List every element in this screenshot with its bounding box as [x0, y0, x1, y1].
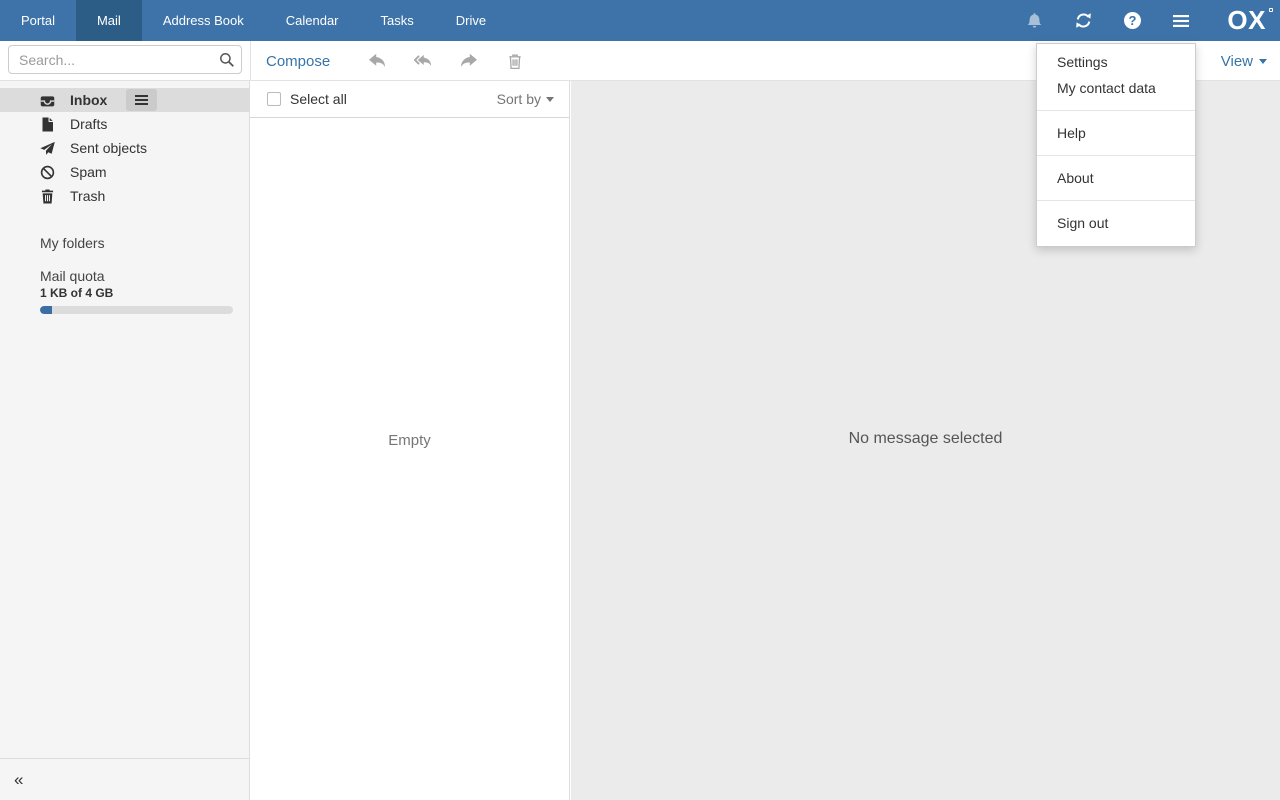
- tab-calendar[interactable]: Calendar: [265, 0, 360, 41]
- settings-dropdown-menu: Settings My contact data Help About Sign…: [1036, 43, 1196, 247]
- folder-drafts[interactable]: Drafts: [0, 112, 249, 136]
- help-icon[interactable]: ?: [1123, 12, 1141, 30]
- quota-label: Mail quota: [40, 268, 233, 285]
- menu-hamburger-icon[interactable]: [1172, 12, 1190, 30]
- tab-drive[interactable]: Drive: [435, 0, 507, 41]
- quota-progress-fill: [40, 306, 52, 314]
- drafts-file-icon: [40, 117, 55, 132]
- no-message-selected-label: No message selected: [571, 430, 1280, 448]
- message-list-column: Select all Sort by Empty: [250, 81, 570, 800]
- sort-by-dropdown[interactable]: Sort by: [497, 91, 554, 107]
- reply-icon[interactable]: [368, 52, 386, 70]
- tab-portal[interactable]: Portal: [0, 0, 76, 41]
- mail-toolbar: Compose: [250, 41, 570, 81]
- folder-sent-objects[interactable]: Sent objects: [0, 136, 249, 160]
- tab-address-book[interactable]: Address Book: [142, 0, 265, 41]
- menu-item-about[interactable]: About: [1037, 165, 1195, 191]
- folder-label: Sent objects: [70, 140, 147, 156]
- app-tabs: Portal Mail Address Book Calendar Tasks …: [0, 0, 507, 41]
- menu-item-settings[interactable]: Settings: [1037, 49, 1195, 75]
- folder-trash[interactable]: Trash: [0, 184, 249, 208]
- chevron-down-icon: [1259, 59, 1267, 64]
- menu-item-sign-out[interactable]: Sign out: [1037, 210, 1195, 236]
- menu-divider: [1037, 155, 1195, 156]
- forward-icon[interactable]: [460, 52, 478, 70]
- folder-tree: Inbox Drafts Sent objects Spam: [0, 81, 249, 208]
- top-navbar: Portal Mail Address Book Calendar Tasks …: [0, 0, 1280, 41]
- folder-inbox[interactable]: Inbox: [0, 88, 249, 112]
- folder-context-menu-button[interactable]: [126, 89, 157, 111]
- menu-item-help[interactable]: Help: [1037, 120, 1195, 146]
- menu-divider: [1037, 110, 1195, 111]
- menu-divider: [1037, 200, 1195, 201]
- inbox-icon: [40, 93, 55, 108]
- menu-item-my-contact-data[interactable]: My contact data: [1037, 75, 1195, 101]
- notifications-bell-icon[interactable]: [1025, 12, 1043, 30]
- quota-progress-bar: [40, 306, 233, 314]
- search-input[interactable]: [9, 52, 213, 68]
- trash-icon: [40, 189, 55, 204]
- chevron-down-icon: [546, 97, 554, 102]
- tab-tasks[interactable]: Tasks: [360, 0, 435, 41]
- select-all-checkbox[interactable]: [267, 92, 281, 106]
- quota-usage: 1 KB of 4 GB: [40, 286, 233, 301]
- folder-spam[interactable]: Spam: [0, 160, 249, 184]
- folder-sidebar: Inbox Drafts Sent objects Spam: [0, 81, 250, 800]
- spam-ban-icon: [40, 165, 55, 180]
- message-list-header: Select all Sort by: [250, 81, 569, 118]
- sidebar-footer: «: [0, 758, 249, 800]
- folder-label: Inbox: [70, 92, 107, 108]
- my-folders-section[interactable]: My folders: [0, 233, 249, 253]
- view-dropdown[interactable]: View: [1221, 41, 1267, 81]
- navbar-actions: ? OX: [1025, 0, 1280, 41]
- select-all-label[interactable]: Select all: [290, 91, 347, 107]
- delete-icon[interactable]: [506, 52, 524, 70]
- sent-paper-plane-icon: [40, 141, 55, 156]
- tab-mail[interactable]: Mail: [76, 0, 142, 41]
- folder-label: Trash: [70, 188, 105, 204]
- empty-list-message: Empty: [250, 432, 569, 449]
- search-icon[interactable]: [213, 46, 241, 73]
- ox-logo: OX: [1227, 0, 1266, 41]
- compose-button[interactable]: Compose: [266, 53, 330, 70]
- search-box: [8, 45, 242, 74]
- folder-label: Spam: [70, 164, 107, 180]
- collapse-sidebar-icon[interactable]: «: [14, 771, 23, 788]
- reply-all-icon[interactable]: [414, 52, 432, 70]
- mail-quota: Mail quota 1 KB of 4 GB: [40, 268, 233, 314]
- folder-label: Drafts: [70, 116, 107, 132]
- refresh-icon[interactable]: [1074, 12, 1092, 30]
